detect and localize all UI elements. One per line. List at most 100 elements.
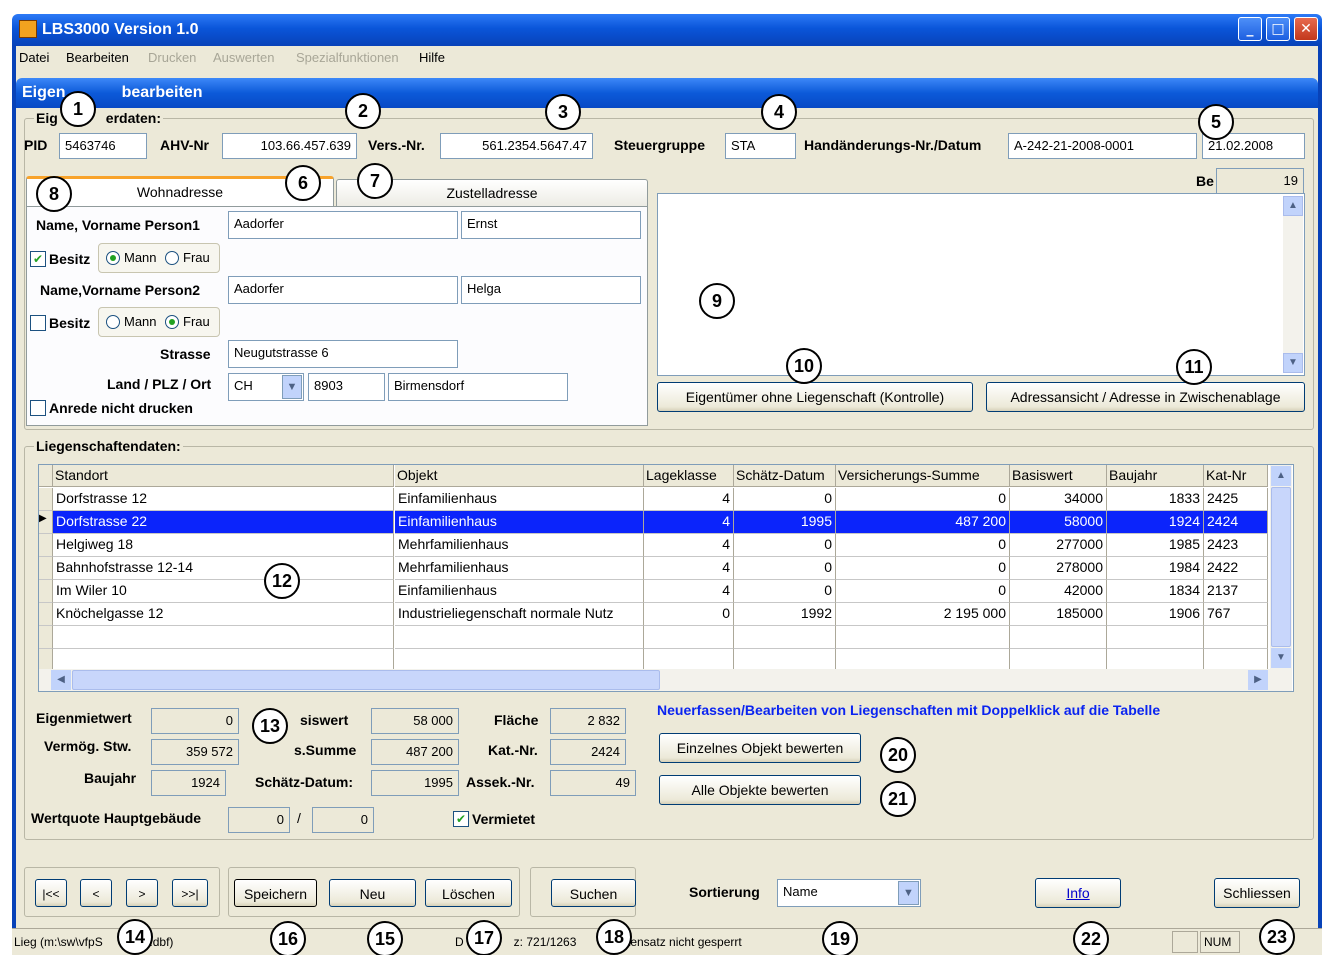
row-selector[interactable]: ▶	[39, 511, 53, 534]
person2-vorname-field[interactable]: Helga	[461, 276, 641, 304]
scroll-thumb[interactable]	[1271, 487, 1291, 647]
table-cell: Einfamilienhaus	[395, 488, 644, 511]
plz-field[interactable]: 8903	[308, 373, 385, 401]
column-header[interactable]: Schätz-Datum	[734, 465, 836, 487]
scroll-right-icon[interactable]: ▶	[1248, 670, 1268, 690]
person2-frau-radio[interactable]	[165, 315, 179, 329]
column-header[interactable]: Versicherungs-Summe	[836, 465, 1010, 487]
last-record-button[interactable]: >>|	[172, 879, 208, 907]
table-row[interactable]: Dorfstrasse 12 Einfamilienhaus 4 0 0 34000 183…	[39, 488, 1268, 511]
row-selector[interactable]	[39, 557, 53, 580]
table-cell: 4	[644, 580, 734, 603]
person1-frau-radio[interactable]	[165, 251, 179, 265]
speichern-button[interactable]: Speichern	[234, 879, 317, 907]
column-header[interactable]: Baujahr	[1107, 465, 1204, 487]
callout-marker: 13	[252, 708, 288, 744]
scroll-up-icon[interactable]: ▲	[1271, 466, 1291, 486]
loeschen-button[interactable]: Löschen	[425, 879, 512, 907]
table-row[interactable]: Helgiweg 18 Mehrfamilienhaus 4 0 0 277000 1985…	[39, 534, 1268, 557]
table-row[interactable]: Bahnhofstrasse 12-14 Mehrfamilienhaus 4 0 0 2…	[39, 557, 1268, 580]
scroll-up-icon[interactable]: ▲	[1283, 196, 1303, 216]
table-cell: 2424	[1204, 511, 1268, 534]
row-selector[interactable]	[39, 488, 53, 511]
handaenderung-nr-field[interactable]: A-242-21-2008-0001	[1008, 133, 1197, 159]
person2-mann-radio[interactable]	[106, 315, 120, 329]
table-cell: 487 200	[836, 511, 1010, 534]
column-header[interactable]: Kat-Nr	[1204, 465, 1268, 487]
menu-spezialfunktionen: Spezialfunktionen	[296, 50, 399, 65]
eigenmietwert-label: Eigenmietwert	[36, 710, 132, 726]
column-header[interactable]: Lageklasse	[644, 465, 734, 487]
row-selector[interactable]	[39, 603, 53, 626]
asseknr-field: 49	[550, 770, 636, 796]
vers-field[interactable]: 561.2354.5647.47	[440, 133, 593, 159]
close-button[interactable]: ✕	[1294, 17, 1318, 41]
chevron-down-icon[interactable]: ▼	[282, 375, 302, 399]
scroll-left-icon[interactable]: ◀	[51, 670, 71, 690]
row-selector[interactable]	[39, 626, 53, 649]
person1-mann-label: Mann	[124, 250, 157, 265]
column-header[interactable]: Basiswert	[1010, 465, 1107, 487]
chevron-down-icon[interactable]: ▼	[898, 881, 919, 905]
person2-besitz-checkbox[interactable]	[30, 315, 46, 331]
einzelnes-objekt-bewerten-button[interactable]: Einzelnes Objekt bewerten	[659, 733, 861, 763]
person2-label: Name,Vorname Person2	[40, 282, 201, 298]
menu-bearbeiten[interactable]: Bearbeiten	[66, 50, 129, 65]
ahv-field[interactable]: 103.66.457.639	[222, 133, 357, 159]
form-title-bar	[16, 78, 1318, 108]
callout-marker: 9	[699, 283, 735, 319]
ort-field[interactable]: Birmensdorf	[388, 373, 568, 401]
person1-name-field[interactable]: Aadorfer	[228, 211, 458, 239]
table-cell: 1834	[1107, 580, 1204, 603]
next-record-button[interactable]: >	[126, 879, 158, 907]
notes-textarea[interactable]	[657, 193, 1305, 376]
row-selector[interactable]	[39, 534, 53, 557]
row-selector[interactable]	[39, 580, 53, 603]
pid-field[interactable]: 5463746	[59, 133, 147, 159]
katnr-label: Kat.-Nr.	[488, 742, 538, 758]
person1-label: Name, Vorname Person1	[36, 217, 200, 233]
strasse-field[interactable]: Neugutstrasse 6	[228, 340, 458, 368]
prev-record-button[interactable]: <	[80, 879, 112, 907]
anrede-checkbox[interactable]	[30, 400, 46, 416]
schaetzdatum-field: 1995	[371, 770, 459, 796]
table-row[interactable]: ▶ Dorfstrasse 22 Einfamilienhaus 4 1995 487 2…	[39, 511, 1268, 534]
table-cell: Helgiweg 18	[53, 534, 394, 557]
maximize-button[interactable]: □	[1266, 17, 1290, 41]
scroll-down-icon[interactable]: ▼	[1283, 353, 1303, 373]
menu-datei[interactable]: Datei	[19, 50, 49, 65]
info-button[interactable]: Info	[1035, 878, 1121, 908]
adressansicht-button[interactable]: Adressansicht / Adresse in Zwischenablag…	[986, 382, 1305, 412]
vers-label: Vers.-Nr.	[368, 137, 425, 153]
schliessen-button[interactable]: Schliessen	[1214, 878, 1300, 908]
table-vertical-scrollbar[interactable]: ▲ ▼	[1270, 465, 1292, 669]
person1-mann-radio[interactable]	[106, 251, 120, 265]
schaetzdatum-label: Schätz-Datum:	[255, 774, 354, 790]
person1-besitz-checkbox[interactable]: ✔	[30, 251, 46, 267]
table-row[interactable]: Knöchelgasse 12 Industrieliegenschaft nor…	[39, 603, 1268, 626]
table-row[interactable]: Im Wiler 10 Einfamilienhaus 4 0 0 42000 1834 21…	[39, 580, 1268, 603]
person1-frau-label: Frau	[183, 250, 210, 265]
suchen-button[interactable]: Suchen	[551, 879, 636, 907]
callout-marker: 14	[117, 919, 153, 955]
notes-scrollbar[interactable]	[1283, 196, 1303, 372]
steuergruppe-field[interactable]: STA	[725, 133, 796, 159]
minimize-button[interactable]: _	[1238, 17, 1262, 41]
table-cell: Mehrfamilienhaus	[395, 557, 644, 580]
column-header[interactable]: Standort	[53, 465, 394, 487]
alle-objekte-bewerten-button[interactable]: Alle Objekte bewerten	[659, 775, 861, 805]
menu-hilfe[interactable]: Hilfe	[419, 50, 445, 65]
table-row[interactable]	[39, 626, 1268, 649]
vermietet-checkbox[interactable]: ✔	[453, 811, 469, 827]
scroll-thumb[interactable]	[72, 670, 660, 690]
eigentuemer-ohne-liegenschaft-button[interactable]: Eigentümer ohne Liegenschaft (Kontrolle)	[657, 382, 973, 412]
scroll-down-icon[interactable]: ▼	[1271, 648, 1291, 668]
person2-name-field[interactable]: Aadorfer	[228, 276, 458, 304]
neu-button[interactable]: Neu	[329, 879, 416, 907]
first-record-button[interactable]: |<<	[35, 879, 67, 907]
title-bar[interactable]	[12, 14, 1322, 46]
person1-vorname-field[interactable]: Ernst	[461, 211, 641, 239]
table-horizontal-scrollbar[interactable]: ◀ ▶	[39, 669, 1292, 691]
liegenschaften-table[interactable]: Standort Objekt Lageklasse Schätz-Datum Vers…	[38, 464, 1294, 692]
column-header[interactable]: Objekt	[395, 465, 644, 487]
